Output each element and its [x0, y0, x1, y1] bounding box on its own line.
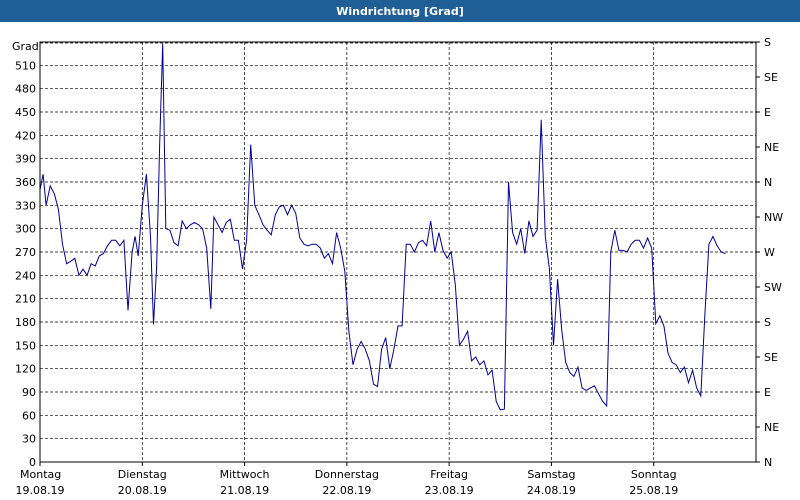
left-tick-label: 270	[15, 246, 36, 259]
x-tick-date: 22.08.19	[322, 484, 371, 497]
right-tick-label: E	[764, 386, 771, 399]
x-tick-date: 25.08.19	[629, 484, 678, 497]
right-tick-label: SE	[764, 71, 778, 84]
series-group	[39, 43, 726, 411]
left-axis-ticks: 0306090120150180210240270300330360390420…	[15, 59, 36, 469]
y-axis-label: Grad	[12, 40, 39, 53]
left-tick-label: 360	[15, 176, 36, 189]
left-tick-label: 120	[15, 363, 36, 376]
x-tick-day: Montag	[20, 468, 61, 481]
x-tick-day: Sonntag	[631, 468, 677, 481]
left-tick-label: 330	[15, 199, 36, 212]
left-tick-label: 240	[15, 269, 36, 282]
right-tick-label: E	[764, 106, 771, 119]
right-tick-label: NW	[764, 211, 783, 224]
x-tick-day: Freitag	[430, 468, 468, 481]
x-tick-date: 21.08.19	[220, 484, 269, 497]
x-axis-ticks: Montag 19.08.19 Dienstag 20.08.19 Mittwoch 21…	[16, 462, 678, 497]
left-tick-label: 90	[22, 386, 36, 399]
right-tick-label: NE	[764, 421, 779, 434]
left-tick-label: 390	[15, 153, 36, 166]
x-tick-day: Mittwoch	[220, 468, 270, 481]
right-tick-label: S	[764, 36, 771, 49]
left-tick-label: 180	[15, 316, 36, 329]
x-tick-day: Donnerstag	[315, 468, 379, 481]
x-tick-date: 20.08.19	[118, 484, 167, 497]
right-tick-label: N	[764, 456, 772, 469]
chart-title: Windrichtung [Grad]	[0, 0, 800, 22]
x-tick-day: Dienstag	[118, 468, 167, 481]
left-tick-label: 510	[15, 59, 36, 72]
right-axis-ticks: N NE E SE S SW W NW N NE E SE S	[756, 36, 783, 469]
series-line	[39, 43, 726, 411]
x-tick-day: Samstag	[527, 468, 575, 481]
right-tick-label: SW	[764, 281, 782, 294]
x-tick-date: 19.08.19	[16, 484, 65, 497]
x-tick-date: 23.08.19	[425, 484, 474, 497]
right-tick-label: W	[764, 246, 775, 259]
left-tick-label: 150	[15, 339, 36, 352]
right-tick-label: NE	[764, 141, 779, 154]
left-tick-label: 480	[15, 83, 36, 96]
left-tick-label: 30	[22, 433, 36, 446]
right-tick-label: SE	[764, 351, 778, 364]
left-tick-label: 300	[15, 223, 36, 236]
x-tick-date: 24.08.19	[527, 484, 576, 497]
left-tick-label: 60	[22, 409, 36, 422]
right-tick-label: S	[764, 316, 771, 329]
wind-direction-chart: Grad 03060901201501802102402703003303603…	[12, 36, 783, 497]
grid	[40, 42, 756, 462]
left-tick-label: 450	[15, 106, 36, 119]
left-tick-label: 420	[15, 129, 36, 142]
left-tick-label: 210	[15, 293, 36, 306]
right-tick-label: N	[764, 176, 772, 189]
